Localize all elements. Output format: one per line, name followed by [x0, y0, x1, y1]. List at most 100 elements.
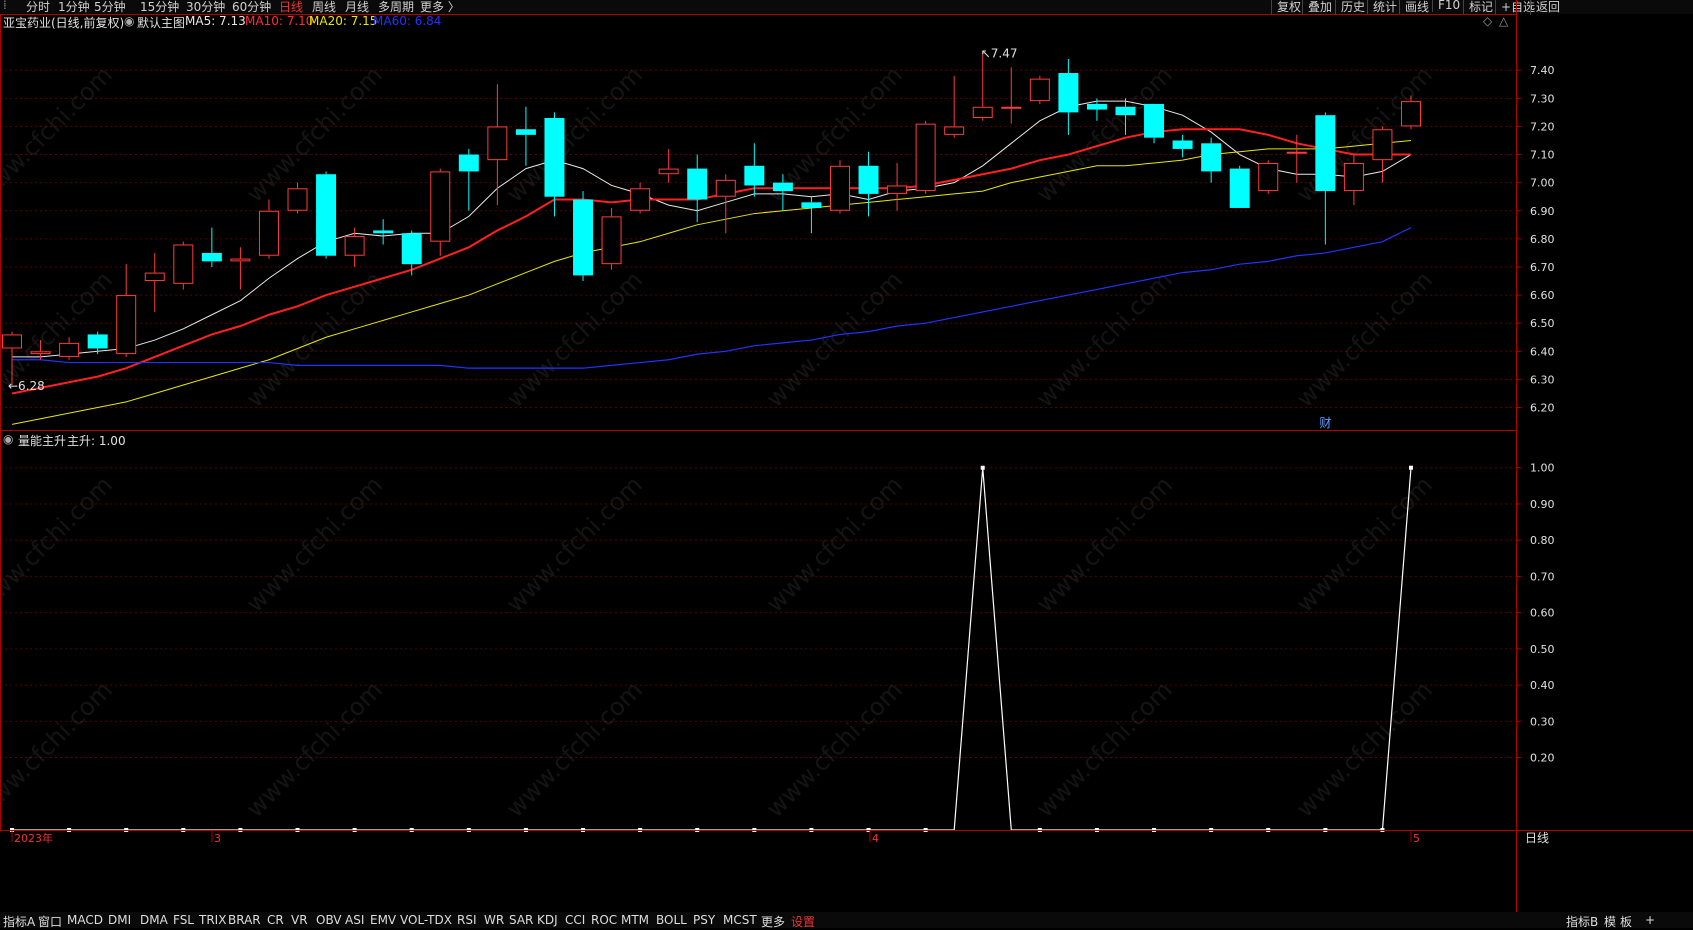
watermark-text: www.cfchi.com — [241, 61, 388, 208]
candle-body — [801, 202, 822, 208]
candle-body — [687, 168, 708, 200]
main-frame — [0, 14, 1517, 431]
indicator-tab-4[interactable]: DMA — [140, 913, 168, 927]
indicator-tab-17[interactable]: KDJ — [537, 913, 558, 927]
candle-body — [401, 233, 422, 265]
candle — [601, 207, 622, 270]
indicator-tab-18[interactable]: CCI — [565, 913, 585, 927]
indicator-tab-7[interactable]: BRAR — [228, 913, 261, 927]
date-label: 3 — [214, 832, 221, 845]
indicator-tab-11[interactable]: ASI — [345, 913, 364, 927]
candle — [144, 252, 165, 312]
candle-body — [1001, 106, 1022, 109]
candle — [1315, 112, 1336, 245]
candle — [887, 162, 908, 211]
main-tick-label: 6.30 — [1530, 373, 1555, 386]
candle — [258, 199, 279, 259]
candle — [630, 182, 651, 214]
sub-tick-label: 0.60 — [1530, 607, 1555, 620]
indicator-tab-1[interactable]: 窗口 — [38, 913, 62, 930]
indicator-tab-13[interactable]: VOL-TDX — [400, 913, 452, 927]
candle — [1029, 75, 1050, 104]
candle-body — [258, 210, 279, 256]
candle-body — [658, 168, 679, 175]
main-tick-label: 6.40 — [1530, 345, 1555, 358]
indicator-tab-19[interactable]: ROC — [591, 913, 617, 927]
candle-body — [1401, 101, 1421, 127]
indicator-tab-9[interactable]: VR — [291, 913, 308, 927]
watermark-text: www.cfchi.com — [1291, 676, 1438, 823]
ma60-line — [12, 227, 1412, 369]
zhusheng-point — [1409, 465, 1413, 470]
main-tick-label: 7.40 — [1530, 64, 1555, 77]
indicator-tab-24[interactable]: 更多 — [761, 913, 785, 930]
candle-body — [515, 129, 536, 135]
candle — [801, 196, 822, 234]
kline-chart[interactable]: www.cfchi.com www.cfchi.com www.cfchi.com w… — [0, 0, 1693, 928]
candle-body — [430, 171, 451, 242]
date-label: 4 — [872, 832, 879, 845]
indicator-tab-12[interactable]: EMV — [370, 913, 396, 927]
candle-body — [87, 334, 108, 349]
candle — [1372, 126, 1393, 183]
main-tick-label: 6.20 — [1530, 402, 1555, 415]
candle-body — [573, 199, 594, 276]
candle-body — [972, 106, 993, 119]
sub-tick-label: 0.70 — [1530, 570, 1555, 583]
candle-body — [59, 342, 80, 357]
candle-body — [601, 216, 622, 265]
watermark-text: www.cfchi.com — [0, 61, 118, 208]
candle-body — [1029, 78, 1050, 102]
candle-body — [630, 188, 651, 211]
candle — [829, 160, 850, 214]
finance-marker: 财 — [1319, 416, 1331, 430]
watermark-text: www.cfchi.com — [1031, 471, 1178, 618]
sub-tick-label: 0.30 — [1530, 715, 1555, 728]
candle — [687, 154, 708, 222]
indicator-tab-22[interactable]: PSY — [693, 913, 715, 927]
candle-body — [915, 123, 936, 192]
watermark-text: www.cfchi.com — [501, 266, 648, 413]
candle-body — [1315, 115, 1336, 192]
indicator-tab-2[interactable]: MACD — [67, 913, 103, 927]
main-tick-label: 6.60 — [1530, 289, 1555, 302]
candle-body — [1343, 162, 1364, 192]
watermark-text: www.cfchi.com — [241, 266, 388, 413]
indicator-tab-16[interactable]: SAR — [509, 913, 533, 927]
watermark-text: www.cfchi.com — [761, 266, 908, 413]
board-button[interactable]: 板 — [1620, 913, 1632, 930]
watermark-text: www.cfchi.com — [0, 676, 118, 823]
indicator-tab-15[interactable]: WR — [484, 913, 504, 927]
candle-body — [116, 295, 137, 355]
period-label: 日线 — [1525, 831, 1549, 845]
candle — [373, 219, 394, 245]
template-button[interactable]: 模 — [1604, 913, 1616, 930]
candle — [1172, 134, 1193, 158]
watermark-text: www.cfchi.com — [1291, 61, 1438, 208]
indicator-tab-0[interactable]: 指标A — [3, 913, 35, 930]
indicator-tab-5[interactable]: FSL — [173, 913, 194, 927]
add-button[interactable]: + — [1645, 913, 1655, 927]
candle — [287, 182, 308, 214]
indicator-tab-10[interactable]: OBV — [316, 913, 342, 927]
candle — [858, 151, 879, 217]
indicator-b-button[interactable]: 指标B — [1566, 913, 1598, 930]
indicator-tabs-bar: 指标A 窗口 MACD DMI DMA FSL TRIX BRAR CR VR OBV ASI EMV V… — [0, 912, 1693, 930]
indicator-tab-25[interactable]: 设置 — [791, 913, 815, 930]
candle-body — [173, 244, 194, 284]
ma5-line — [12, 100, 1412, 358]
sub-tick-label: 0.40 — [1530, 679, 1555, 692]
candle-body — [744, 165, 765, 186]
indicator-tab-3[interactable]: DMI — [108, 913, 131, 927]
indicator-tab-8[interactable]: CR — [267, 913, 284, 927]
indicator-tab-6[interactable]: TRIX — [199, 913, 226, 927]
indicator-tab-14[interactable]: RSI — [457, 913, 477, 927]
watermark-text: www.cfchi.com — [241, 471, 388, 618]
indicator-tab-21[interactable]: BOLL — [656, 913, 687, 927]
candle-body — [287, 188, 308, 211]
candle — [544, 112, 565, 217]
candle-body — [2, 334, 22, 349]
sub-frame — [0, 430, 1517, 831]
indicator-tab-23[interactable]: MCST — [723, 913, 757, 927]
indicator-tab-20[interactable]: MTM — [621, 913, 649, 927]
